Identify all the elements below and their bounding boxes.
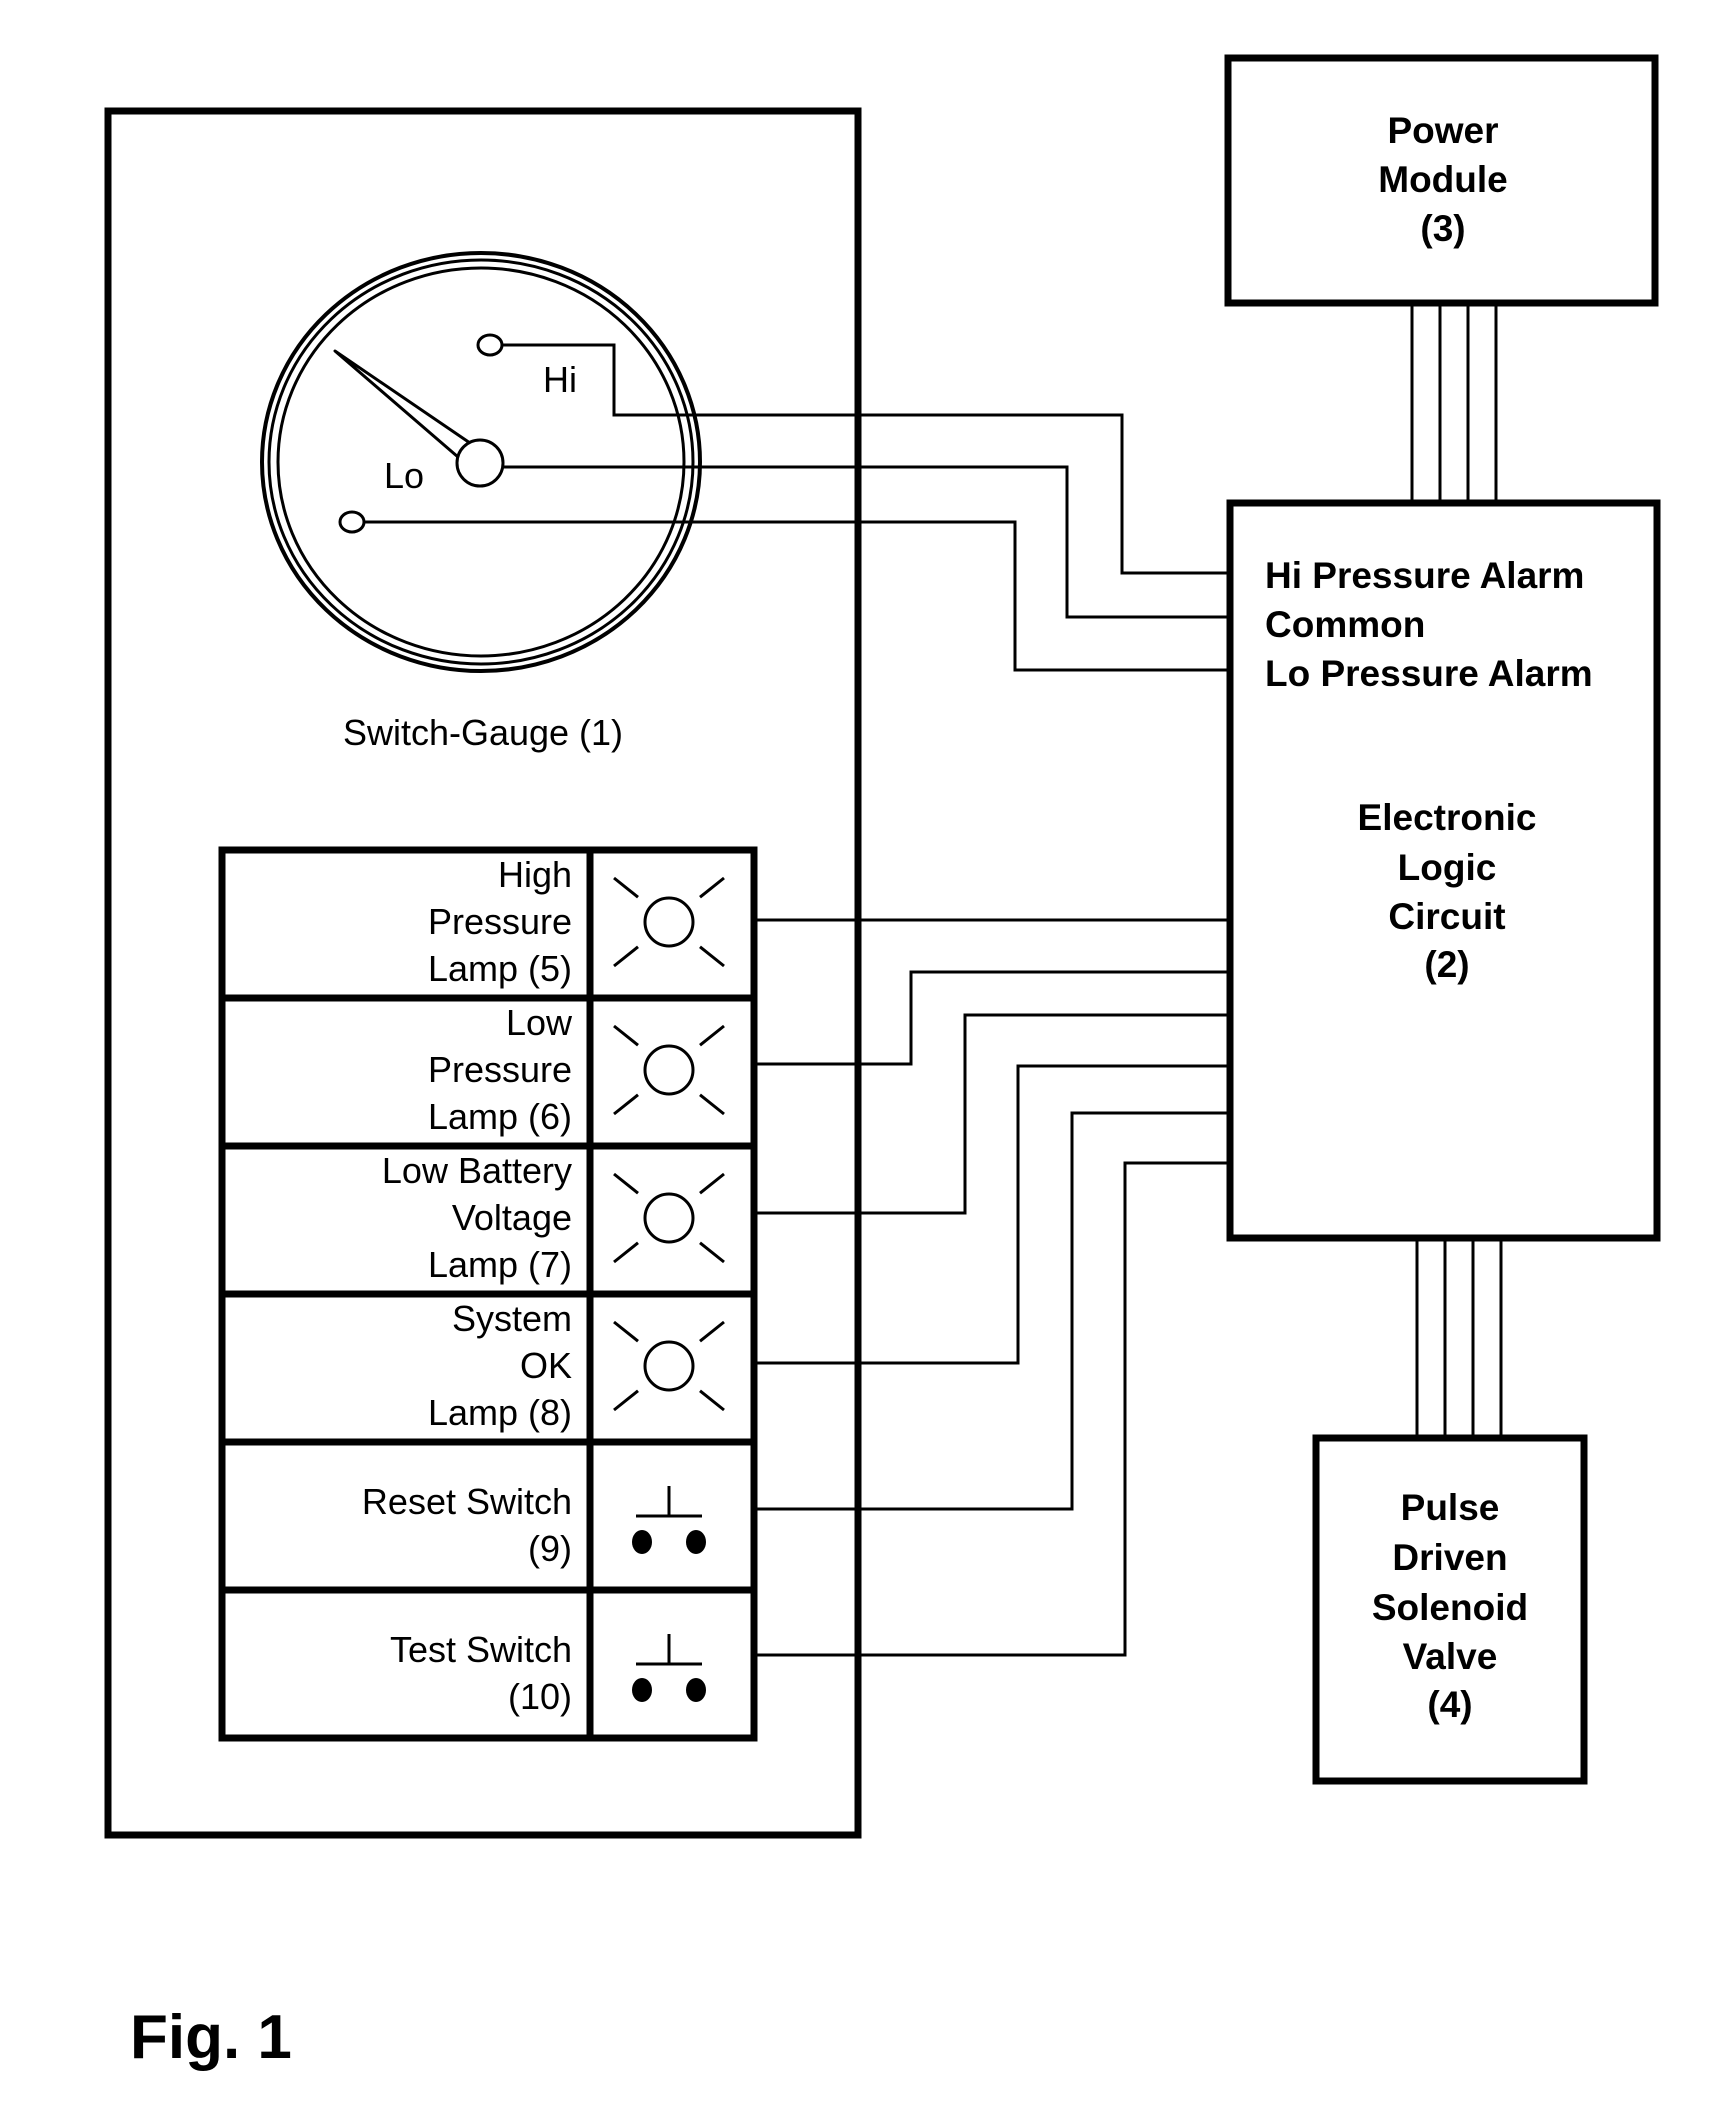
figure-label: Fig. 1 bbox=[130, 2003, 292, 2072]
lamp-icon bbox=[613, 876, 725, 968]
valve-line-1: Pulse bbox=[1401, 1487, 1500, 1528]
logic-title-line-4: (2) bbox=[1424, 944, 1469, 985]
panel-row-label-line: Low Battery bbox=[382, 1150, 572, 1191]
logic-title-line-3: Circuit bbox=[1388, 896, 1505, 937]
terminal-label-common: Common bbox=[1265, 604, 1425, 645]
hi-contact bbox=[476, 333, 504, 357]
power-module-line-3: (3) bbox=[1420, 208, 1465, 249]
logic-title-line-1: Electronic bbox=[1358, 797, 1537, 838]
panel-row-label-line: High bbox=[498, 854, 572, 895]
valve-line-5: (4) bbox=[1427, 1684, 1472, 1725]
panel-row-lamp: System OK Lamp (8) bbox=[222, 1290, 754, 1433]
panel-row-label-line: Pressure bbox=[428, 1049, 572, 1090]
lamp-icon bbox=[613, 1024, 725, 1116]
panel-row-label-line: Lamp (7) bbox=[428, 1244, 572, 1285]
gauge-wires bbox=[364, 343, 1230, 672]
wire-low-pressure-lamp bbox=[754, 970, 1230, 1066]
panel-row-label-line: Low bbox=[506, 1002, 573, 1043]
power-bus bbox=[1410, 303, 1498, 503]
panel-row-label-line: Lamp (6) bbox=[428, 1096, 572, 1137]
panel-row-label-line: Lamp (8) bbox=[428, 1392, 572, 1433]
panel-row-lamp: High Pressure Lamp (5) bbox=[428, 854, 725, 989]
power-module-line-2: Module bbox=[1378, 159, 1507, 200]
panel-row-label-line: Voltage bbox=[452, 1197, 572, 1238]
terminal-label-hi-alarm: Hi Pressure Alarm bbox=[1265, 555, 1584, 596]
gauge-hub bbox=[455, 438, 505, 488]
wire-hi-alarm bbox=[502, 343, 1230, 575]
power-module: Power Module (3) bbox=[1224, 54, 1659, 307]
switch-gauge: Hi Lo Switch-Gauge (1) bbox=[260, 251, 702, 753]
gauge-needle bbox=[333, 349, 472, 459]
gauge-hi-label: Hi bbox=[543, 359, 577, 400]
panel-row-lamp: Low Battery Voltage Lamp (7) bbox=[222, 1142, 754, 1285]
indicator-panel: HighPressureLamp (5)LowPressureLamp (6)L… bbox=[218, 846, 758, 1742]
valve-bus bbox=[1415, 1238, 1503, 1438]
push-button-switch-icon bbox=[632, 1486, 706, 1554]
panel-row-label-line: (9) bbox=[528, 1528, 572, 1569]
terminal-label-lo-alarm: Lo Pressure Alarm bbox=[1265, 653, 1593, 694]
valve-line-4: Valve bbox=[1403, 1636, 1498, 1677]
panel-row-label-line: System bbox=[452, 1298, 572, 1339]
panel-row-label-line: Test Switch bbox=[390, 1629, 572, 1670]
panel-row-label-line: (10) bbox=[508, 1676, 572, 1717]
power-module-line-1: Power bbox=[1387, 110, 1498, 151]
valve-line-3: Solenoid bbox=[1372, 1587, 1528, 1628]
lamp-icon bbox=[613, 1320, 725, 1412]
switch-gauge-caption: Switch-Gauge (1) bbox=[343, 712, 623, 753]
push-button-switch-icon bbox=[632, 1634, 706, 1702]
logic-circuit: Hi Pressure Alarm Common Lo Pressure Ala… bbox=[1226, 499, 1661, 1242]
wire-lo-alarm bbox=[364, 520, 1230, 672]
gauge-lo-label: Lo bbox=[384, 455, 424, 496]
lo-contact bbox=[338, 510, 366, 534]
panel-row-lamp: Low Pressure Lamp (6) bbox=[222, 994, 754, 1137]
panel-row-label-line: OK bbox=[520, 1345, 572, 1386]
panel-row-label-line: Pressure bbox=[428, 901, 572, 942]
valve-line-2: Driven bbox=[1392, 1537, 1507, 1578]
panel-row-label-line: Lamp (5) bbox=[428, 948, 572, 989]
system-diagram: Hi Lo Switch-Gauge (1) High Pressure Lamp … bbox=[104, 54, 1661, 2072]
panel-row-switch: Reset Switch (9) bbox=[222, 1438, 754, 1569]
solenoid-valve: Pulse Driven Solenoid Valve (4) bbox=[1312, 1434, 1588, 1785]
panel-row-label-line: Reset Switch bbox=[362, 1481, 572, 1522]
wire-reset-switch bbox=[754, 1111, 1230, 1511]
panel-wires bbox=[754, 918, 1230, 1657]
logic-title-line-2: Logic bbox=[1398, 847, 1497, 888]
wire-test-switch bbox=[754, 1161, 1230, 1657]
panel-row-switch: Test Switch (10) bbox=[222, 1586, 754, 1717]
lamp-icon bbox=[613, 1172, 725, 1264]
